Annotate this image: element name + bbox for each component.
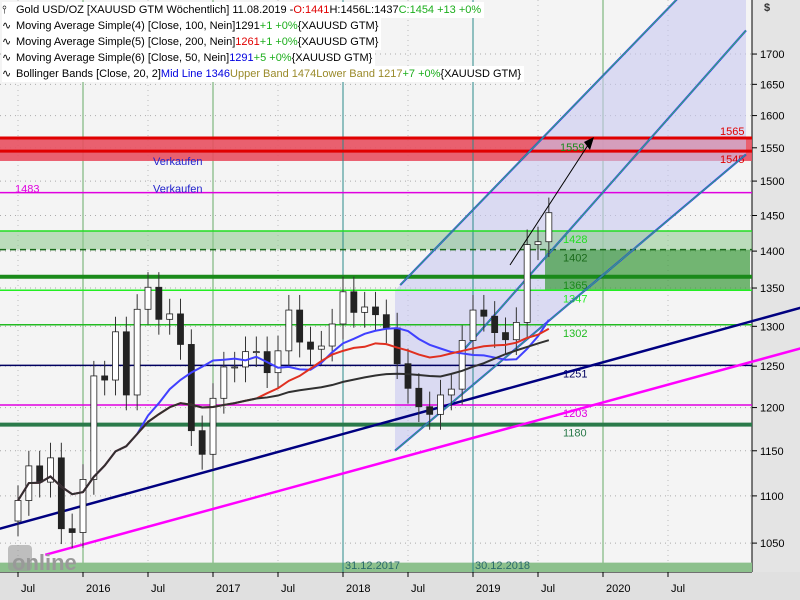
candle bbox=[545, 212, 553, 243]
y-tick-label: 1150 bbox=[760, 446, 784, 458]
candle bbox=[447, 388, 455, 396]
candle bbox=[491, 315, 499, 333]
candle bbox=[112, 331, 119, 381]
y-tick-label: 1600 bbox=[760, 111, 784, 123]
y-tick-label: 1450 bbox=[760, 210, 784, 222]
x-tick-label: 2018 bbox=[346, 583, 370, 595]
y-tick-label: 1650 bbox=[760, 79, 784, 91]
candle bbox=[328, 323, 336, 347]
level-label-1180: 1180 bbox=[563, 428, 587, 440]
chart-window: 1050 1100 1150 1200 1250 1300 1350 1400 1450 1500… bbox=[0, 0, 800, 600]
candle bbox=[220, 366, 228, 399]
price-chart[interactable]: 1050 1100 1150 1200 1250 1300 1350 1400 1450 1500… bbox=[0, 0, 800, 600]
line-icon: ∿ bbox=[2, 52, 12, 64]
candle bbox=[144, 286, 152, 310]
legend-bollinger[interactable]: ∿ Bollinger Bands [Close, 20, 2] Mid Line… bbox=[2, 66, 525, 82]
y-tick-label: 1350 bbox=[760, 283, 784, 295]
channel-label: 1559 bbox=[560, 142, 584, 154]
x-tick-label: 2016 bbox=[86, 583, 110, 595]
candle bbox=[426, 406, 434, 415]
level-label-1302: 1302 bbox=[563, 328, 587, 340]
candle bbox=[372, 306, 379, 316]
candle bbox=[231, 366, 239, 369]
level-label-1565: 1565 bbox=[720, 126, 744, 138]
candle bbox=[133, 308, 141, 396]
candle bbox=[502, 332, 509, 341]
y-tick-label: 1100 bbox=[760, 491, 784, 503]
candle bbox=[458, 340, 466, 390]
candle bbox=[296, 309, 304, 343]
legend-ma-100[interactable]: ∿ Moving Average Simple(4) [Close, 100, N… bbox=[2, 18, 382, 34]
candle bbox=[523, 244, 531, 323]
candle bbox=[252, 351, 260, 354]
legend-ma-50[interactable]: ∿ Moving Average Simple(6) [Close, 50, Ne… bbox=[2, 50, 376, 66]
candle bbox=[480, 309, 488, 317]
candle bbox=[166, 313, 174, 320]
x-tick-label: Jul bbox=[151, 583, 165, 595]
level-label-1402: 1402 bbox=[563, 253, 587, 265]
y-tick-label: 1550 bbox=[760, 143, 784, 155]
x-tick-label: Jul bbox=[21, 583, 35, 595]
level-label-1545: 1545 bbox=[720, 154, 744, 166]
y-tick-label: 1400 bbox=[760, 246, 784, 258]
candle bbox=[14, 500, 22, 522]
candle bbox=[122, 331, 130, 396]
candle bbox=[198, 430, 206, 455]
legend: ⫯ Gold USD/OZ [XAUUSD GTM Wöchentlich] 11… bbox=[2, 2, 525, 82]
light-green-zone bbox=[0, 231, 752, 250]
legend-price[interactable]: ⫯ Gold USD/OZ [XAUUSD GTM Wöchentlich] 11… bbox=[2, 2, 485, 18]
x-tick-label: 2020 bbox=[606, 583, 630, 595]
candle bbox=[177, 313, 184, 345]
y-tick-label: 1050 bbox=[760, 538, 784, 550]
candle bbox=[155, 286, 163, 320]
candle bbox=[68, 528, 76, 533]
candle bbox=[512, 322, 520, 341]
candle bbox=[469, 309, 477, 341]
candle bbox=[361, 306, 369, 313]
y-tick-label: 1250 bbox=[760, 361, 784, 373]
x-tick-label: 2017 bbox=[216, 583, 240, 595]
candle bbox=[36, 465, 44, 483]
candle bbox=[404, 363, 412, 389]
candle bbox=[393, 327, 401, 365]
candle bbox=[57, 457, 65, 530]
candle bbox=[317, 345, 325, 350]
x-tick-label: 2019 bbox=[476, 583, 500, 595]
x-tick-label: Jul bbox=[411, 583, 425, 595]
candle bbox=[415, 387, 423, 408]
level-label-1428: 1428 bbox=[563, 234, 587, 246]
candle bbox=[534, 241, 542, 246]
y-tick-label: 1300 bbox=[760, 321, 784, 333]
y-tick-label: 1500 bbox=[760, 176, 784, 188]
currency-label: $ bbox=[764, 2, 771, 14]
candle bbox=[382, 314, 390, 329]
line-icon: ∿ bbox=[2, 68, 12, 80]
watermark-text: online bbox=[12, 550, 77, 575]
candle bbox=[90, 375, 98, 480]
candle bbox=[79, 479, 87, 533]
candle bbox=[101, 375, 109, 381]
y-tick-label: 1200 bbox=[760, 403, 784, 415]
x-tick-label: Jul bbox=[671, 583, 685, 595]
x-tick-label: Jul bbox=[541, 583, 555, 595]
candle bbox=[437, 394, 444, 415]
candle bbox=[307, 341, 314, 350]
bar-chart-icon: ⫯ bbox=[2, 4, 7, 16]
candle bbox=[187, 344, 195, 432]
level-label-1483: 1483 bbox=[15, 184, 39, 196]
date-marker-label: 30.12.2018 bbox=[475, 560, 530, 572]
candle bbox=[339, 291, 347, 325]
date-marker-label: 31.12.2017 bbox=[345, 560, 400, 572]
annotation-label: Verkaufen bbox=[153, 184, 203, 196]
y-tick-label: 1700 bbox=[760, 49, 784, 61]
line-icon: ∿ bbox=[2, 36, 12, 48]
candle bbox=[285, 309, 293, 352]
annotation-label: Verkaufen bbox=[153, 156, 203, 168]
candle bbox=[274, 350, 282, 374]
candle bbox=[350, 291, 358, 313]
line-icon: ∿ bbox=[2, 20, 12, 32]
x-tick-label: Jul bbox=[281, 583, 295, 595]
legend-ma-200[interactable]: ∿ Moving Average Simple(5) [Close, 200, N… bbox=[2, 34, 382, 50]
